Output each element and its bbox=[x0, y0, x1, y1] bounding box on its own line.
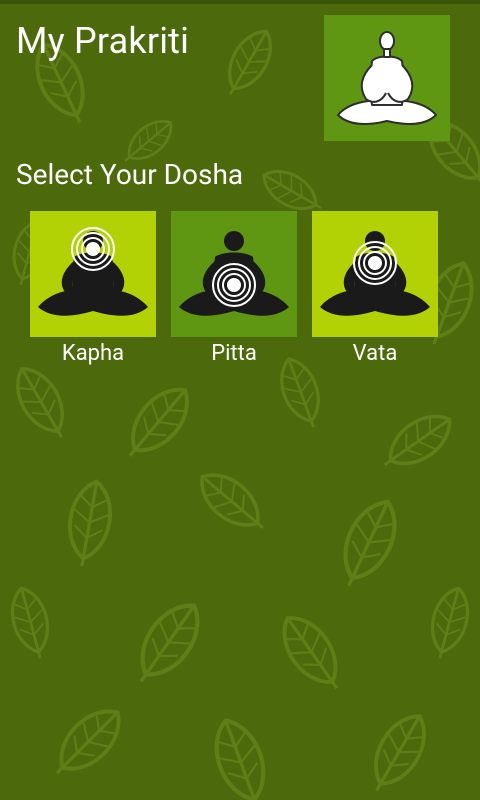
section-heading: Select Your Dosha bbox=[16, 158, 244, 191]
meditation-outline-icon bbox=[337, 31, 437, 125]
meditation-chest-chakra-icon bbox=[320, 231, 430, 316]
meditation-navel-chakra-icon bbox=[179, 231, 289, 316]
dosha-kapha[interactable]: Kapha bbox=[30, 211, 156, 366]
app-title: My Prakriti bbox=[16, 20, 190, 62]
meditation-head-chakra-icon bbox=[38, 227, 148, 316]
dosha-tile bbox=[312, 211, 438, 337]
dosha-label: Kapha bbox=[61, 341, 125, 366]
dosha-vata[interactable]: Vata bbox=[312, 211, 438, 366]
dosha-pitta[interactable]: Pitta bbox=[171, 211, 297, 366]
dosha-tile bbox=[171, 211, 297, 337]
dosha-tile bbox=[30, 211, 156, 337]
dosha-label: Vata bbox=[352, 341, 398, 366]
dosha-label: Pitta bbox=[211, 341, 257, 366]
app-logo bbox=[324, 15, 450, 141]
